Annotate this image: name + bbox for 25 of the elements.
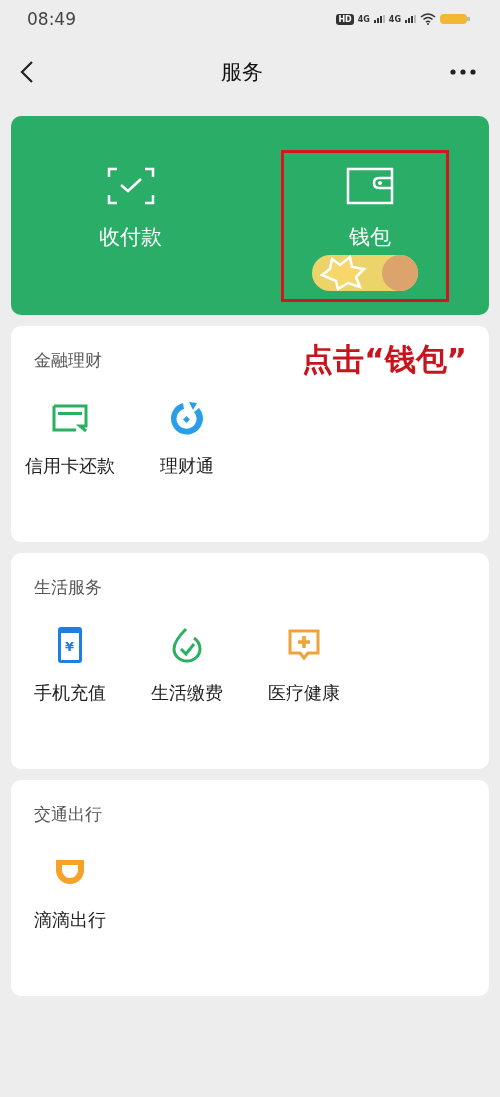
scan-check-icon bbox=[106, 167, 155, 205]
service-item[interactable]: 滴滴出行 bbox=[11, 854, 128, 932]
back-icon[interactable] bbox=[20, 60, 34, 84]
more-icon[interactable] bbox=[450, 69, 476, 75]
signal-icon bbox=[373, 15, 385, 23]
instruction-text: 点击“钱包” bbox=[302, 340, 467, 379]
section-title: 生活服务 bbox=[34, 575, 102, 599]
service-item[interactable]: 生活缴费 bbox=[128, 627, 245, 705]
fund-icon bbox=[168, 400, 205, 436]
hd-badge: HD bbox=[336, 13, 354, 25]
network-type: 4G bbox=[388, 14, 401, 24]
battery-icon bbox=[440, 13, 470, 25]
page-title: 服务 bbox=[221, 59, 263, 86]
section-title: 交通出行 bbox=[34, 802, 102, 826]
status-time: 08:49 bbox=[27, 9, 76, 29]
service-item[interactable]: ¥ 手机充值 bbox=[11, 627, 128, 705]
service-item[interactable]: 医疗健康 bbox=[245, 627, 362, 705]
signal-icon bbox=[405, 15, 416, 23]
section-title: 金融理财 bbox=[34, 348, 102, 372]
wifi-icon bbox=[420, 13, 436, 25]
service-item[interactable]: 信用卡还款 bbox=[11, 400, 128, 478]
network-type: 4G bbox=[357, 14, 370, 24]
service-item[interactable]: 理财通 bbox=[128, 400, 245, 478]
wallet-icon bbox=[345, 167, 394, 205]
phone-icon: ¥ bbox=[57, 627, 82, 663]
